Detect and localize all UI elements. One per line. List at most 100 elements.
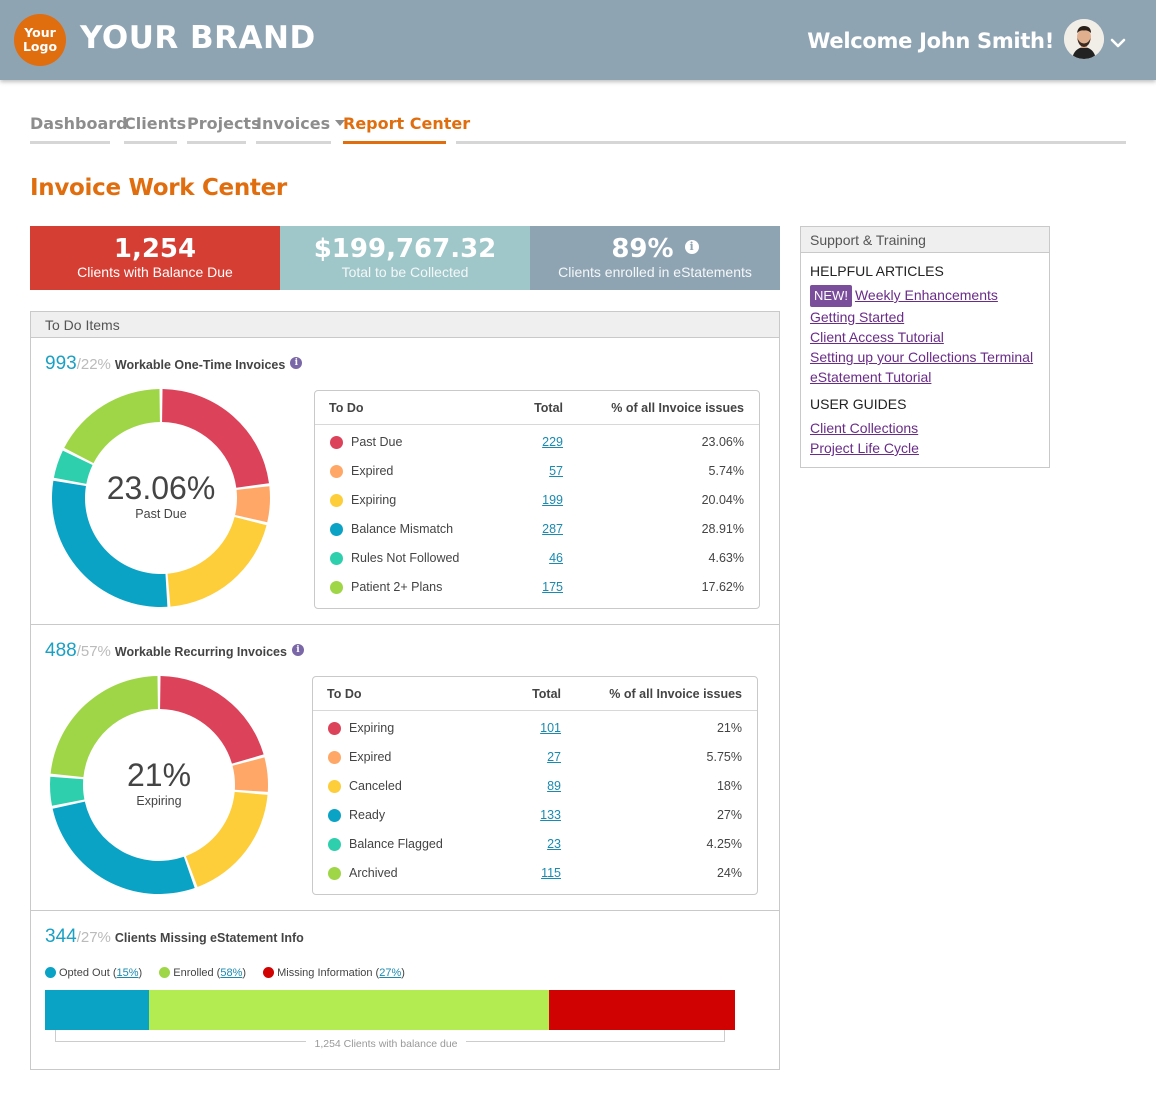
legend-item-opted-out: Opted Out (15%) <box>45 966 142 979</box>
row-percent: 4.63% <box>708 551 744 565</box>
section-count: 488 <box>45 640 77 661</box>
row-label: Canceled <box>349 779 402 793</box>
tab-label: Report Center <box>343 114 471 133</box>
row-total-link[interactable]: 57 <box>549 464 563 478</box>
status-dot <box>328 809 341 822</box>
status-dot <box>328 751 341 764</box>
table-row: Canceled 89 18% <box>313 773 757 802</box>
kpi-estatements-enrolled: 89% i Clients enrolled in eStatements <box>530 226 780 290</box>
one-time-invoices-section: 993/22% Workable One-Time Invoices i 23.06… <box>31 338 779 625</box>
table-row: Expired 27 5.75% <box>313 744 757 773</box>
table-row: Archived 115 24% <box>313 860 757 889</box>
status-dot <box>328 867 341 880</box>
row-percent: 5.74% <box>708 464 744 478</box>
axis-label-text: 1,254 Clients with balance due <box>306 1038 466 1050</box>
article-link-estatement[interactable]: eStatement Tutorial <box>810 367 1040 387</box>
article-link-collections-terminal[interactable]: Setting up your Collections Terminal <box>810 347 1040 367</box>
row-percent: 18% <box>716 779 742 793</box>
brand-logo[interactable]: Your Logo <box>14 14 66 66</box>
donut-slice-patient-2-plans[interactable] <box>64 389 160 464</box>
article-link-getting-started[interactable]: Getting Started <box>810 307 1040 327</box>
brand-name: YOUR BRAND <box>80 20 316 56</box>
row-label: Archived <box>349 866 398 880</box>
row-percent: 27% <box>716 808 742 822</box>
tab-projects[interactable]: Projects <box>187 110 261 144</box>
status-dot <box>330 523 343 536</box>
donut-center-label: Past Due <box>135 507 187 521</box>
article-link-weekly-enhancements[interactable]: NEW! Weekly Enhancements <box>810 285 1040 307</box>
row-total-link[interactable]: 175 <box>542 580 563 594</box>
col-todo: To Do <box>327 687 362 701</box>
row-total-link[interactable]: 27 <box>547 750 561 764</box>
donut-center-value: 21% <box>126 757 192 793</box>
row-total-link[interactable]: 229 <box>542 435 563 449</box>
row-total-link[interactable]: 101 <box>540 721 561 735</box>
table-row: Past Due 229 23.06% <box>315 429 759 458</box>
user-avatar[interactable] <box>1064 19 1104 59</box>
tab-invoices[interactable]: Invoices <box>256 110 346 144</box>
guide-link-client-collections[interactable]: Client Collections <box>810 418 1040 438</box>
main-nav: Dashboard Clients Projects Invoices Repo… <box>30 110 1126 144</box>
row-percent: 21% <box>716 721 742 735</box>
legend-link[interactable]: 58% <box>220 967 242 979</box>
donut-slice-ready[interactable] <box>52 801 195 894</box>
section-count: 993 <box>45 353 77 374</box>
status-dot <box>328 838 341 851</box>
table-row: Rules Not Followed 46 4.63% <box>315 545 759 574</box>
recurring-invoices-table: To Do Total % of all Invoice issues Expi… <box>312 676 758 895</box>
section-title: 993/22% Workable One-Time Invoices i <box>45 353 303 375</box>
user-guides-heading: USER GUIDES <box>810 396 907 412</box>
row-total-link[interactable]: 287 <box>542 522 563 536</box>
info-icon[interactable]: i <box>684 239 699 254</box>
kpi-label: Clients with Balance Due <box>77 264 233 280</box>
col-percent: % of all Invoice issues <box>611 401 744 415</box>
donut-slice-expiring[interactable] <box>167 517 267 607</box>
kpi-label: Clients enrolled in eStatements <box>558 264 752 280</box>
nav-divider <box>456 141 1126 144</box>
info-icon[interactable]: i <box>291 643 304 656</box>
row-percent: 4.25% <box>706 837 742 851</box>
chevron-down-icon[interactable] <box>1110 36 1126 48</box>
tab-dashboard[interactable]: Dashboard <box>30 110 128 144</box>
section-count: 344 <box>45 926 77 947</box>
table-header: To Do Total % of all Invoice issues <box>313 677 757 711</box>
section-title: 344/27% Clients Missing eStatement Info <box>45 926 304 948</box>
table-row: Patient 2+ Plans 175 17.62% <box>315 574 759 603</box>
tab-label: Dashboard <box>30 114 128 133</box>
row-label: Expired <box>349 750 392 764</box>
row-percent: 24% <box>716 866 742 880</box>
legend-link[interactable]: 27% <box>379 967 401 979</box>
bar-segment-opted-out[interactable] <box>45 990 149 1030</box>
tab-clients[interactable]: Clients <box>124 110 186 144</box>
row-total-link[interactable]: 23 <box>547 837 561 851</box>
row-label: Expiring <box>349 721 395 735</box>
kpi-label: Total to be Collected <box>341 264 469 280</box>
logo-text-line2: Logo <box>22 39 58 54</box>
tab-report-center[interactable]: Report Center <box>343 110 470 144</box>
table-row: Balance Mismatch 287 28.91% <box>315 516 759 545</box>
table-header: To Do Total % of all Invoice issues <box>315 391 759 425</box>
donut-center: 23.06% Past Due <box>81 470 241 521</box>
donut-slice-expiring[interactable] <box>160 676 264 764</box>
link-label: Weekly Enhancements <box>854 287 998 303</box>
guide-link-project-life-cycle[interactable]: Project Life Cycle <box>810 438 1040 458</box>
article-link-client-access[interactable]: Client Access Tutorial <box>810 327 1040 347</box>
row-total-link[interactable]: 199 <box>542 493 563 507</box>
donut-center-label: Expiring <box>136 794 182 808</box>
legend-link[interactable]: 15% <box>117 967 139 979</box>
estatement-section: 344/27% Clients Missing eStatement Info O… <box>31 911 779 1069</box>
panel-header: Support & Training <box>801 227 1049 253</box>
info-icon[interactable]: i <box>290 356 303 369</box>
helpful-articles-heading: HELPFUL ARTICLES <box>810 263 944 279</box>
row-total-link[interactable]: 89 <box>547 779 561 793</box>
page-title: Invoice Work Center <box>30 175 287 201</box>
row-total-link[interactable]: 115 <box>541 866 561 880</box>
section-name: Clients Missing eStatement Info <box>114 931 304 945</box>
kpi-value: $199,767.32 <box>313 234 497 264</box>
legend-label: Opted Out <box>59 967 110 979</box>
bar-segment-missing-information[interactable] <box>548 990 735 1030</box>
row-total-link[interactable]: 46 <box>549 551 563 565</box>
bar-segment-enrolled[interactable] <box>148 990 549 1030</box>
section-share: /22% <box>76 356 111 373</box>
row-total-link[interactable]: 133 <box>540 808 561 822</box>
